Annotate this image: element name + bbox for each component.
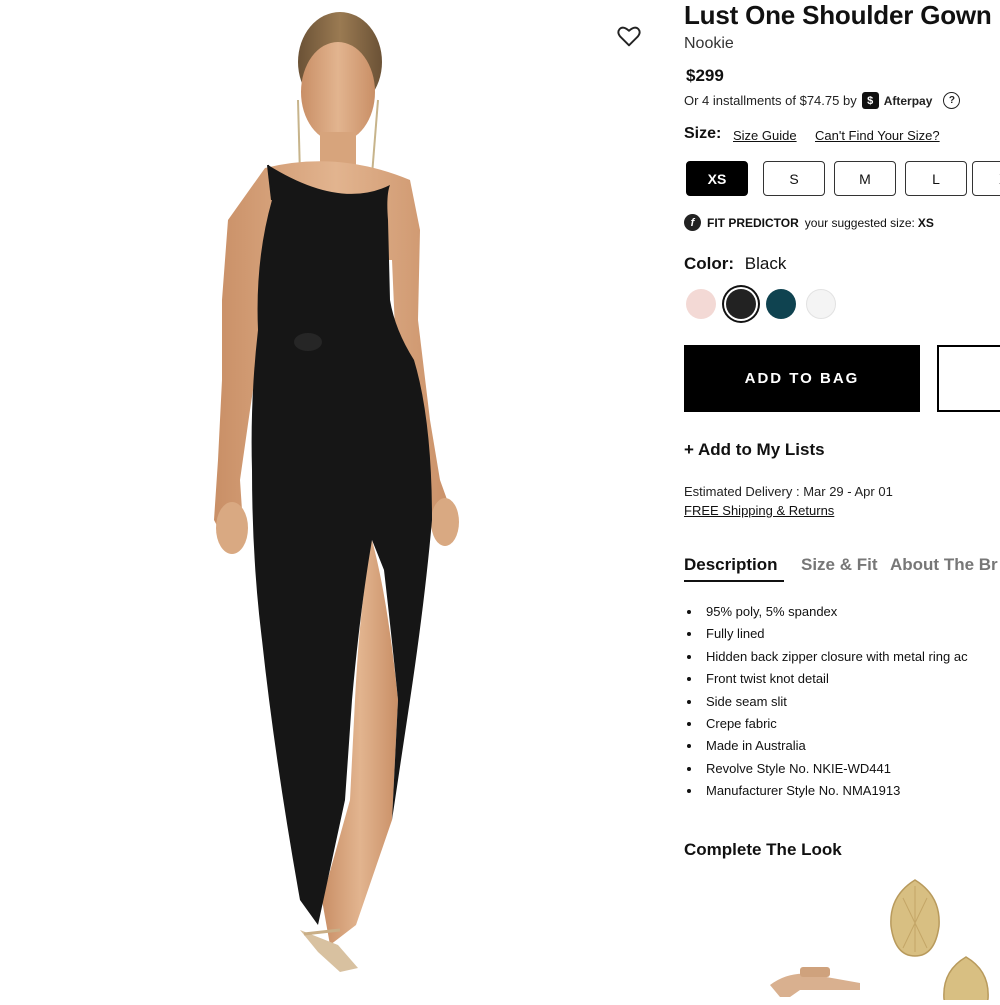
- description-list: 95% poly, 5% spandex Fully lined Hidden …: [684, 603, 968, 805]
- size-guide-link[interactable]: Size Guide: [733, 128, 797, 143]
- add-to-bag-button[interactable]: ADD TO BAG: [684, 345, 920, 412]
- afterpay-label: Afterpay: [883, 93, 933, 108]
- look-item-earring-2[interactable]: [938, 955, 993, 1000]
- list-item: Manufacturer Style No. NMA1913: [684, 782, 968, 804]
- secondary-action-button[interactable]: [937, 345, 1000, 412]
- fit-predictor[interactable]: f FIT PREDICTOR your suggested size: XS: [684, 214, 934, 231]
- look-item-earring[interactable]: [885, 878, 945, 958]
- list-item: Revolve Style No. NKIE-WD441: [684, 760, 968, 782]
- list-item: Side seam slit: [684, 693, 968, 715]
- earring-image: [890, 879, 940, 957]
- estimated-delivery: Estimated Delivery : Mar 29 - Apr 01: [684, 484, 893, 499]
- size-option-l[interactable]: L: [905, 161, 967, 196]
- earring-image-2: [943, 956, 989, 1000]
- look-item-sandals[interactable]: [760, 955, 870, 1000]
- model-photo: [214, 12, 459, 972]
- product-image[interactable]: [0, 0, 660, 1000]
- complete-the-look-heading: Complete The Look: [684, 840, 842, 859]
- color-swatch-black[interactable]: [726, 289, 756, 319]
- installments-text: Or 4 installments of $74.75 by: [684, 93, 857, 108]
- selected-color-name: Black: [744, 254, 787, 273]
- size-option-m[interactable]: M: [834, 161, 896, 196]
- product-price: $299: [686, 66, 724, 85]
- list-item: 95% poly, 5% spandex: [684, 603, 968, 625]
- color-selector-label: Color: Black: [684, 254, 786, 274]
- fit-predictor-label: FIT PREDICTOR: [707, 215, 799, 230]
- add-to-my-lists-link[interactable]: + Add to My Lists: [684, 440, 825, 460]
- help-icon[interactable]: ?: [943, 92, 961, 109]
- active-tab-indicator: [684, 580, 784, 582]
- tab-description[interactable]: Description: [684, 555, 778, 575]
- size-option-xs[interactable]: XS: [686, 161, 748, 196]
- color-swatch-teal[interactable]: [766, 289, 796, 319]
- fit-suggestion-text: your suggested size:: [804, 215, 915, 230]
- list-item: Front twist knot detail: [684, 670, 968, 692]
- tab-about-brand[interactable]: About The Br: [890, 555, 998, 575]
- tab-size-fit[interactable]: Size & Fit: [801, 555, 878, 575]
- wishlist-heart-icon[interactable]: [615, 22, 643, 50]
- list-item: Fully lined: [684, 625, 968, 647]
- list-item: Made in Australia: [684, 737, 968, 759]
- size-label: Size:: [684, 125, 722, 142]
- afterpay-installments: Or 4 installments of $74.75 by $ Afterpa…: [684, 92, 961, 109]
- sandal-image: [770, 967, 860, 997]
- product-title: Lust One Shoulder Gown: [684, 0, 992, 30]
- afterpay-logo-icon: $: [861, 92, 879, 109]
- color-swatch-blush[interactable]: [686, 289, 716, 319]
- free-shipping-link[interactable]: FREE Shipping & Returns: [684, 503, 834, 518]
- list-item: Crepe fabric: [684, 715, 968, 737]
- size-option-s[interactable]: S: [763, 161, 825, 196]
- list-item: Hidden back zipper closure with metal ri…: [684, 648, 968, 670]
- color-label: Color:: [684, 254, 735, 273]
- fit-suggested-size: XS: [917, 215, 934, 230]
- color-swatch-white[interactable]: [806, 289, 836, 319]
- cant-find-size-link[interactable]: Can't Find Your Size?: [815, 128, 940, 143]
- size-option-xl[interactable]: X: [972, 161, 1000, 196]
- fit-predictor-icon: f: [684, 214, 701, 231]
- product-brand[interactable]: Nookie: [684, 35, 734, 53]
